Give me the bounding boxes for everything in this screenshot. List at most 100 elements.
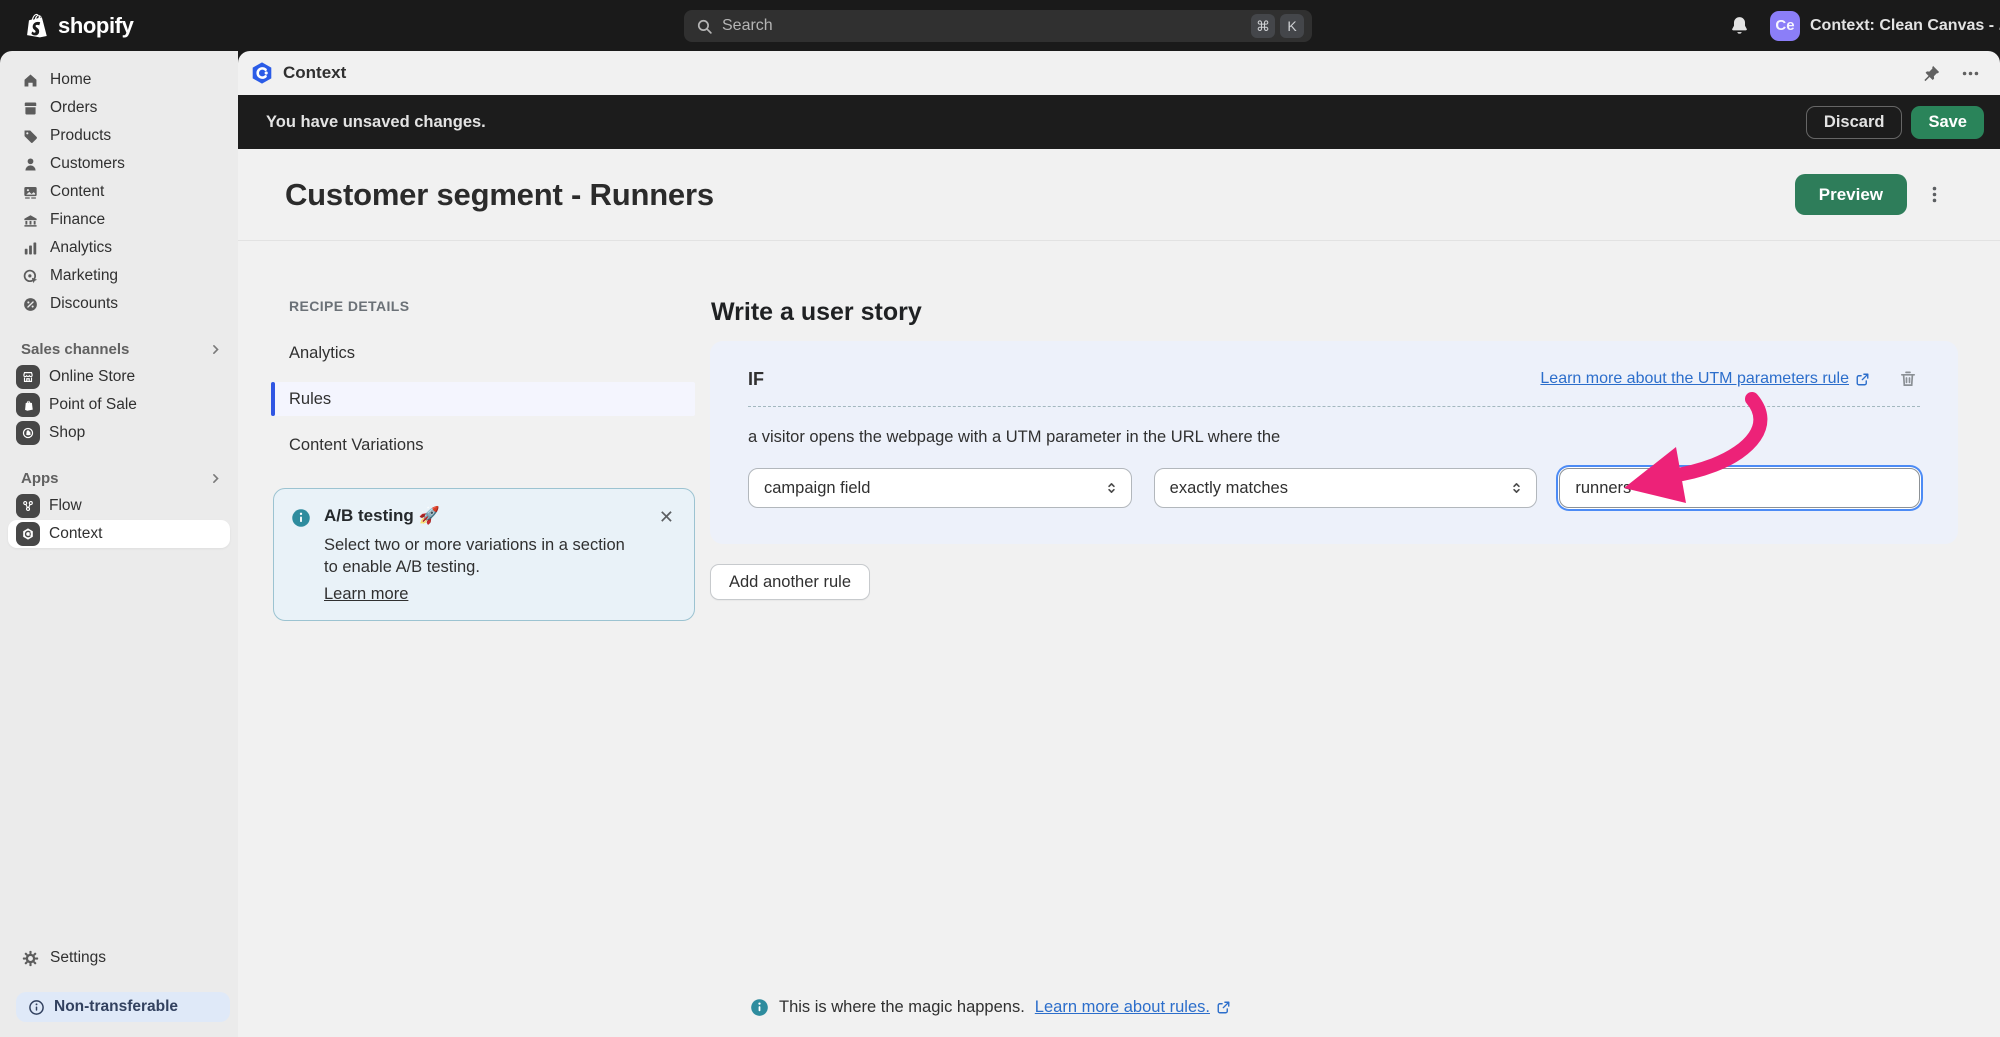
sidebar-item-label: Discounts <box>50 295 119 312</box>
dashed-divider <box>748 406 1920 407</box>
shopify-admin: shopify Search ⌘ K Ce Context: Clean Can… <box>0 0 2000 1037</box>
sidebar-item-shop[interactable]: Shop <box>8 419 230 447</box>
sidebar-item-point-of-sale[interactable]: Point of Sale <box>8 391 230 419</box>
app-title: Context <box>283 63 347 82</box>
recipe-tab-content-variations[interactable]: Content Variations <box>273 428 695 462</box>
person-icon <box>25 157 36 170</box>
apps-header[interactable]: Apps <box>0 464 238 492</box>
store-name: Context: Clean Canvas - ... <box>1810 16 2000 34</box>
sidebar-item-label: Analytics <box>50 239 113 256</box>
sales-channels-header[interactable]: Sales channels <box>0 335 238 363</box>
flow-app-icon <box>16 494 40 518</box>
search-icon <box>696 18 713 35</box>
if-rule-card: IF Learn more about the UTM parameters r… <box>710 341 1958 544</box>
sidebar-item-flow[interactable]: Flow <box>8 492 230 520</box>
info-icon <box>751 999 768 1016</box>
utm-link-label: Learn more about the UTM parameters rule <box>1540 370 1849 387</box>
sidebar-item-online-store[interactable]: Online Store <box>8 363 230 391</box>
sidebar-item-label: Content <box>50 183 105 200</box>
trash-icon <box>1900 371 1916 386</box>
store-status-badge[interactable]: Non-transferable <box>16 992 230 1022</box>
gear-icon <box>22 950 39 966</box>
sidebar-item-marketing[interactable]: Marketing <box>0 262 238 290</box>
sidebar-item-context[interactable]: Context <box>8 520 230 548</box>
sidebar: Home Orders Products Customers Content F… <box>0 51 238 1037</box>
save-button[interactable]: Save <box>1911 105 1984 139</box>
sidebar-item-finance[interactable]: Finance <box>0 206 238 234</box>
select-caret-icon <box>1513 483 1521 493</box>
match-operator-select[interactable]: exactly matches <box>1153 468 1538 508</box>
point-of-sale-icon <box>16 393 40 417</box>
discard-button[interactable]: Discard <box>1805 105 1903 139</box>
sidebar-item-analytics[interactable]: Analytics <box>0 234 238 262</box>
ab-learn-more-link[interactable]: Learn more <box>324 585 408 604</box>
magic-footer-note: This is where the magic happens. Learn m… <box>750 998 1958 1017</box>
sidebar-item-label: Finance <box>50 211 106 228</box>
utm-rule-learn-more-link[interactable]: Learn more about the UTM parameters rule <box>1540 370 1870 388</box>
sidebar-item-home[interactable]: Home <box>0 66 238 94</box>
sidebar-item-label: Context <box>49 525 103 542</box>
status-badge-label: Non-transferable <box>54 998 179 1015</box>
sidebar-item-label: Point of Sale <box>49 396 137 413</box>
tag-icon <box>24 130 37 143</box>
sidebar-item-label: Shop <box>49 424 86 441</box>
orders-icon <box>24 102 37 114</box>
search-input[interactable]: Search ⌘ K <box>684 10 1312 42</box>
recipe-details-panel: RECIPE DETAILS Analytics Rules Content V… <box>271 298 695 1037</box>
recipe-tab-rules[interactable]: Rules <box>271 382 695 416</box>
unsaved-changes-bar: You have unsaved changes. Discard Save <box>238 95 2000 149</box>
topbar: shopify Search ⌘ K Ce Context: Clean Can… <box>0 0 2000 51</box>
store-account-menu[interactable]: Ce Context: Clean Canvas - ... <box>1770 10 2000 41</box>
ab-banner-title: A/B testing 🚀 <box>324 506 440 525</box>
sidebar-item-settings[interactable]: Settings <box>0 944 238 972</box>
sidebar-item-label: Marketing <box>50 267 119 284</box>
page-more-button[interactable] <box>1923 183 1946 206</box>
recipe-tab-label: Analytics <box>289 343 356 362</box>
app-header-more-button[interactable] <box>1959 62 1982 85</box>
app-header: Context <box>238 51 2000 95</box>
ab-banner-body: Select two or more variations in a secti… <box>324 536 625 577</box>
sidebar-item-label: Customers <box>50 155 125 172</box>
image-icon <box>24 186 37 199</box>
home-icon <box>24 74 37 86</box>
sidebar-item-label: Products <box>50 127 112 144</box>
info-icon <box>29 999 44 1015</box>
sidebar-item-discounts[interactable]: Discounts <box>0 290 238 318</box>
sidebar-item-label: Online Store <box>49 368 136 385</box>
cmd-keycap: ⌘ <box>1251 14 1275 38</box>
sidebar-item-products[interactable]: Products <box>0 122 238 150</box>
chevron-right-icon <box>213 344 219 354</box>
if-label: IF <box>748 368 764 389</box>
context-app-header-icon <box>250 61 274 85</box>
utm-value-input[interactable] <box>1559 468 1921 508</box>
bar-chart-icon <box>24 242 37 254</box>
online-store-icon <box>16 365 40 389</box>
banner-close-button[interactable]: ✕ <box>655 506 678 528</box>
add-another-rule-button[interactable]: Add another rule <box>710 564 871 600</box>
rules-editor: Write a user story IF Learn more about t… <box>710 298 1958 1037</box>
notifications-bell-button[interactable] <box>1727 13 1752 38</box>
rules-learn-more-label: Learn more about rules. <box>1034 998 1210 1016</box>
recipe-details-heading: RECIPE DETAILS <box>289 298 410 314</box>
sidebar-item-orders[interactable]: Orders <box>0 94 238 122</box>
rules-learn-more-link[interactable]: Learn more about rules. <box>1035 998 1231 1017</box>
delete-rule-button[interactable] <box>1896 367 1920 391</box>
bank-icon <box>24 214 37 227</box>
main-content: Context You have unsaved changes. Discar… <box>238 51 2000 1037</box>
store-avatar: Ce <box>1770 10 1800 41</box>
sidebar-item-content[interactable]: Content <box>0 178 238 206</box>
discount-icon <box>24 297 37 311</box>
target-icon <box>23 269 38 283</box>
select-caret-icon <box>1107 483 1115 493</box>
recipe-tab-label: Content Variations <box>289 435 424 454</box>
horizontal-dots-icon <box>1962 71 1979 75</box>
shopify-logo[interactable]: shopify <box>26 12 134 40</box>
footer-note-text: This is where the magic happens. <box>779 998 1025 1016</box>
utm-field-select[interactable]: campaign field <box>748 468 1132 508</box>
search-placeholder: Search <box>722 17 773 34</box>
sidebar-item-customers[interactable]: Customers <box>0 150 238 178</box>
preview-button[interactable]: Preview <box>1794 174 1907 215</box>
pin-app-button[interactable] <box>1920 62 1943 85</box>
recipe-tab-analytics[interactable]: Analytics <box>273 336 695 370</box>
sidebar-item-label: Home <box>50 71 92 88</box>
